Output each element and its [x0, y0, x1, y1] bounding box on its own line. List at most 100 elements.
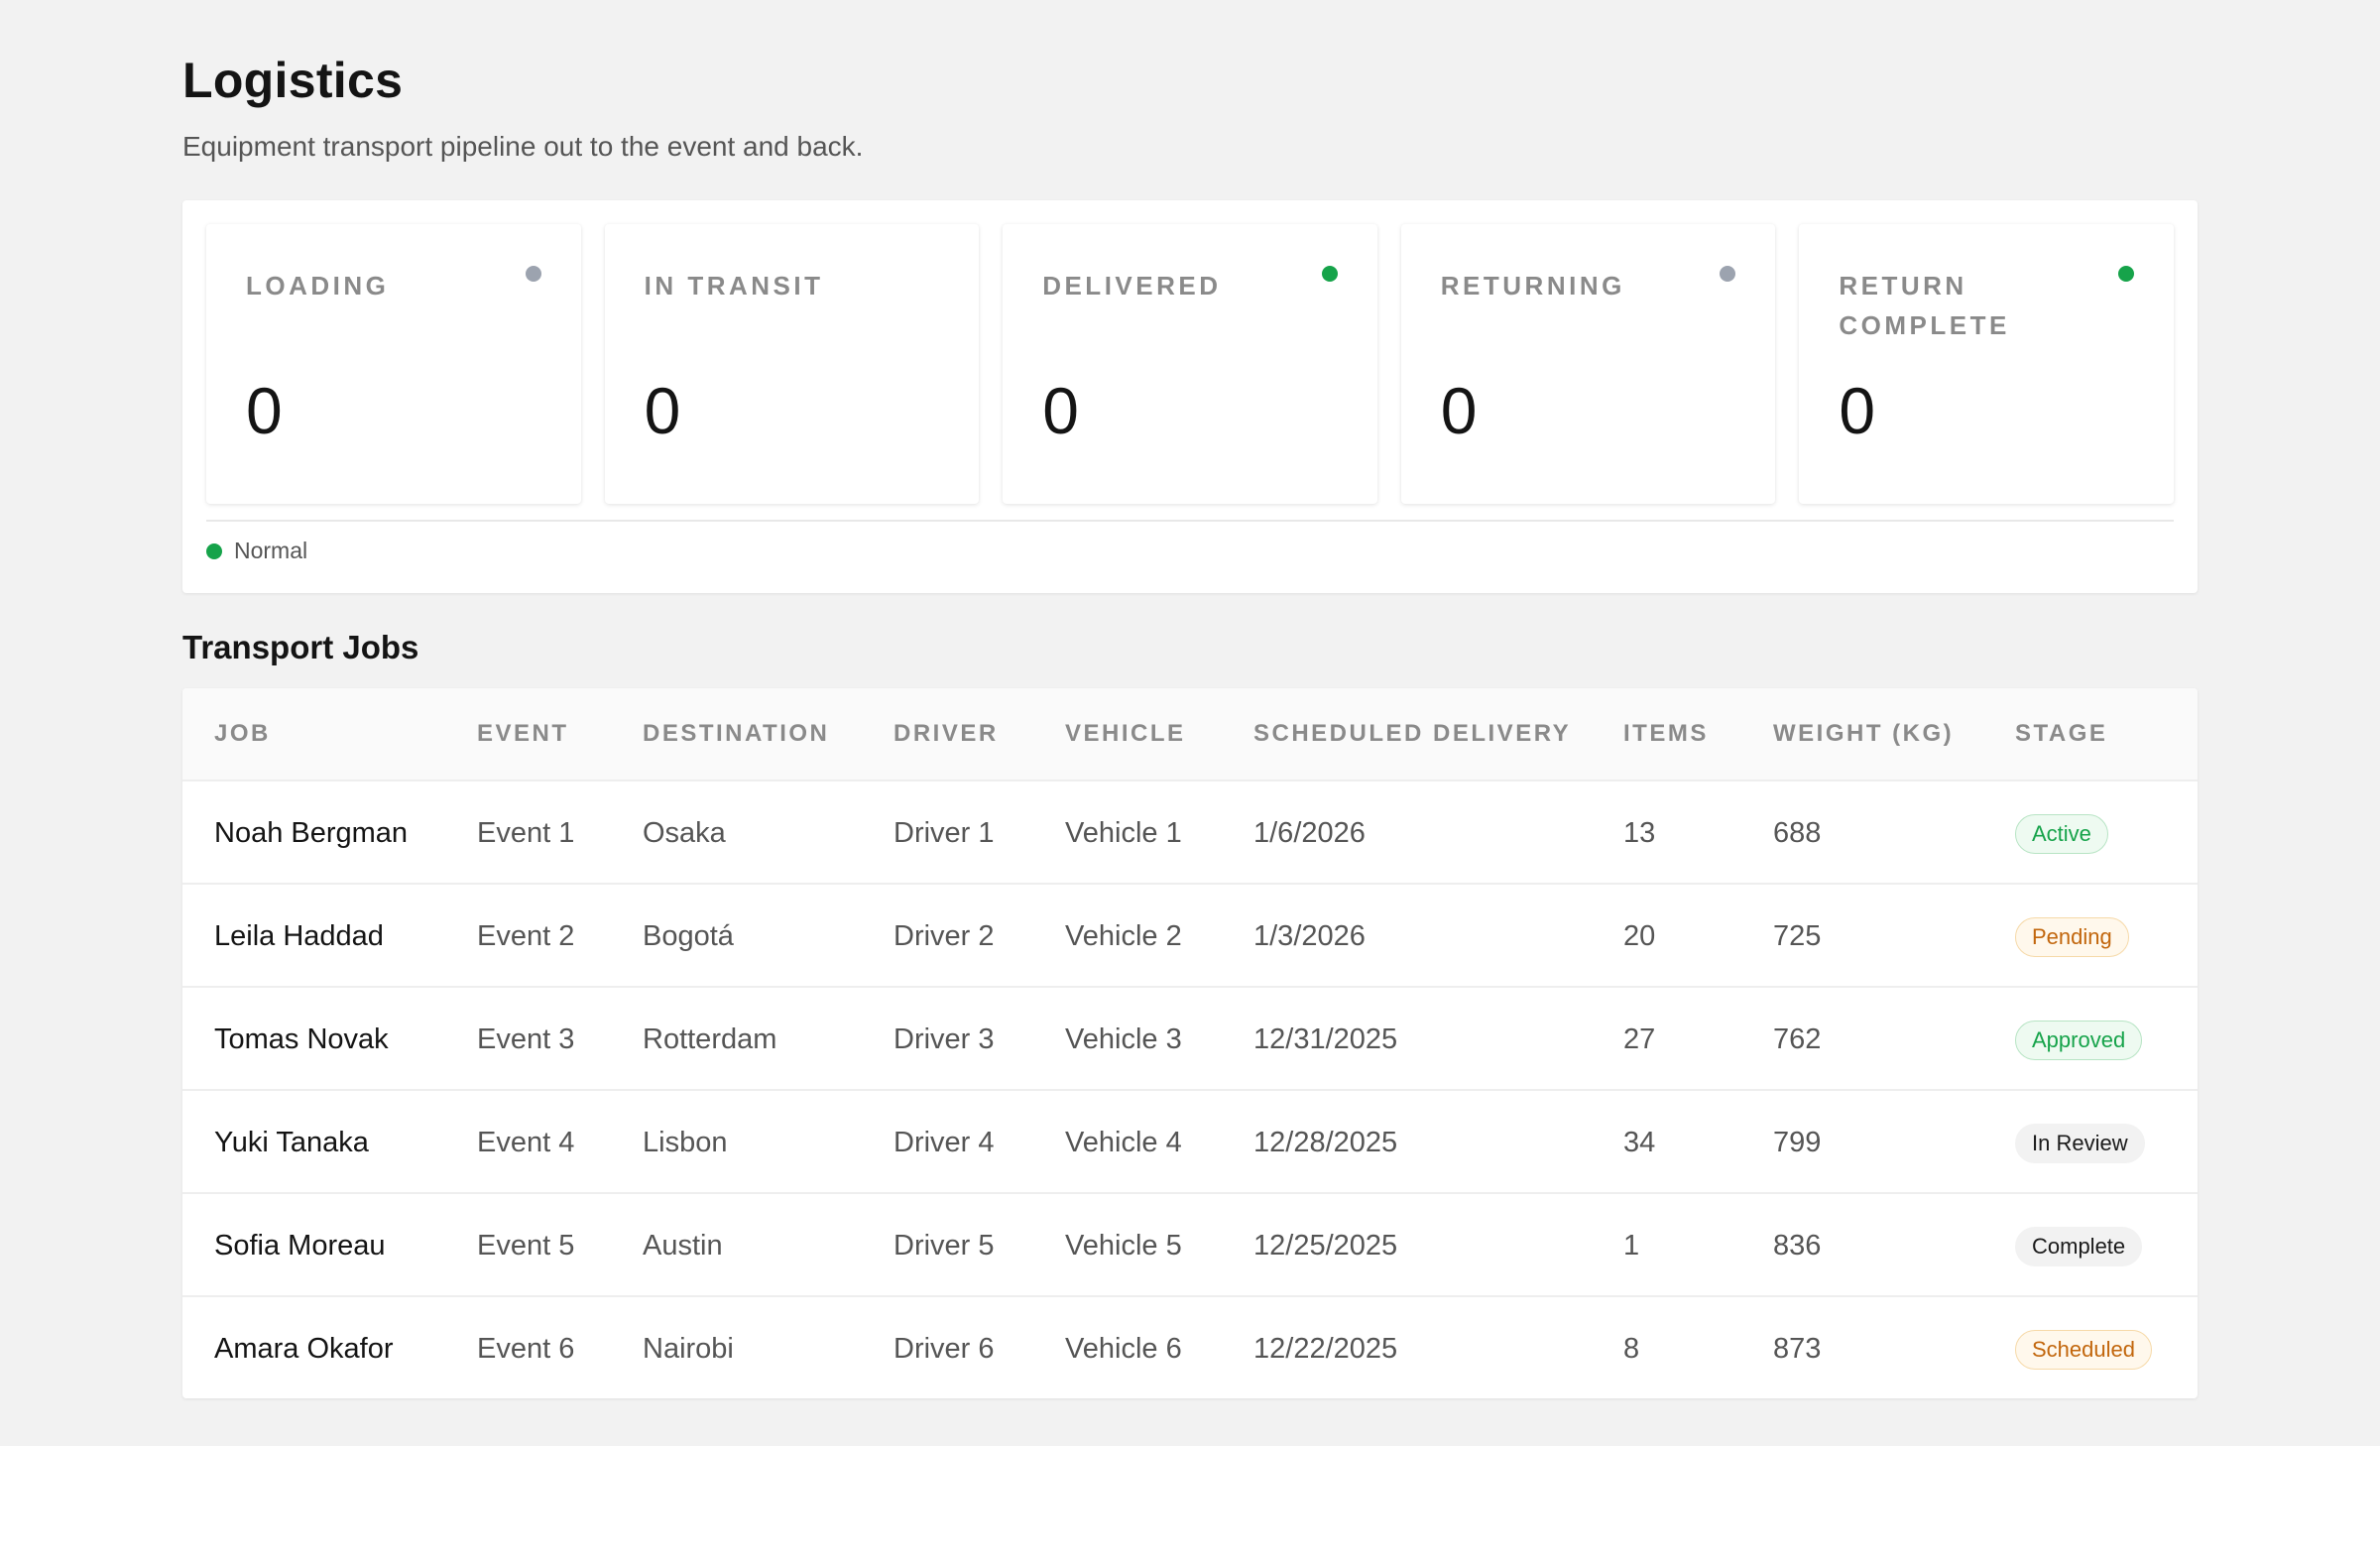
cell-vehicle: Vehicle 6 — [1065, 1333, 1182, 1365]
stage-label: RETURN COMPLETE — [1839, 271, 2010, 340]
stage-label: IN TRANSIT — [644, 271, 824, 301]
stage-badge: Active — [2015, 814, 2108, 854]
legend-label: Normal — [234, 538, 308, 563]
pipeline-summary-card: LOADING 0 IN TRANSIT 0 DELIVERED 0 RETUR… — [182, 200, 2198, 593]
column-header-driver[interactable]: DRIVER — [893, 688, 999, 780]
section-title: Transport Jobs — [182, 629, 419, 665]
cell-destination: Bogotá — [643, 920, 734, 952]
column-header-destination[interactable]: DESTINATION — [643, 688, 829, 780]
cell-scheduled-delivery: 1/3/2026 — [1253, 920, 1366, 952]
page-subtitle: Equipment transport pipeline out to the … — [182, 131, 864, 162]
stage-label: LOADING — [246, 271, 390, 301]
cell-destination: Nairobi — [643, 1333, 734, 1365]
cell-event: Event 6 — [477, 1333, 575, 1365]
cell-scheduled-delivery: 12/25/2025 — [1253, 1230, 1398, 1262]
stage-card-delivered[interactable]: DELIVERED 0 — [1003, 224, 1377, 504]
column-header-weight[interactable]: WEIGHT (KG) — [1773, 688, 1954, 780]
cell-event: Event 5 — [477, 1230, 575, 1262]
stage-card-returning[interactable]: RETURNING 0 — [1400, 224, 1776, 504]
status-legend: Normal — [206, 538, 307, 564]
cell-items: 1 — [1623, 1230, 1640, 1262]
cell-job: Noah Bergman — [214, 817, 409, 849]
stage-label: DELIVERED — [1042, 271, 1222, 301]
stage-count: 0 — [1440, 374, 1478, 447]
stage-card-loading[interactable]: LOADING 0 — [206, 224, 581, 504]
stage-badge: In Review — [2015, 1124, 2145, 1163]
stage-badge: Pending — [2015, 917, 2129, 957]
cell-job: Amara Okafor — [214, 1333, 394, 1365]
cell-destination: Austin — [643, 1230, 723, 1262]
cell-event: Event 3 — [477, 1023, 575, 1055]
cell-job: Leila Haddad — [214, 920, 384, 952]
cell-driver: Driver 2 — [893, 920, 995, 952]
stage-count: 0 — [1839, 374, 1876, 447]
stage-badge: Approved — [2015, 1021, 2143, 1060]
cell-vehicle: Vehicle 3 — [1065, 1023, 1182, 1055]
cell-driver: Driver 4 — [893, 1127, 995, 1158]
cell-items: 20 — [1623, 920, 1656, 952]
cell-items: 27 — [1623, 1023, 1656, 1055]
cell-weight: 799 — [1773, 1127, 1822, 1158]
stage-label: RETURNING — [1440, 271, 1625, 301]
transport-jobs-table: JOB EVENT DESTINATION DRIVER VEHICLE SCH… — [182, 688, 2198, 1398]
cell-scheduled-delivery: 1/6/2026 — [1253, 817, 1366, 849]
cell-vehicle: Vehicle 4 — [1065, 1127, 1182, 1158]
cell-event: Event 1 — [477, 817, 575, 849]
cell-items: 13 — [1623, 817, 1656, 849]
status-dot-icon — [1321, 266, 1338, 282]
table-row[interactable]: Leila Haddad Event 2 Bogotá Driver 2 Veh… — [182, 883, 2198, 986]
cell-job: Yuki Tanaka — [214, 1127, 369, 1158]
cell-destination: Lisbon — [643, 1127, 728, 1158]
column-header-items[interactable]: ITEMS — [1623, 688, 1709, 780]
cell-vehicle: Vehicle 5 — [1065, 1230, 1182, 1262]
cell-vehicle: Vehicle 2 — [1065, 920, 1182, 952]
cell-event: Event 2 — [477, 920, 575, 952]
page-title: Logistics — [182, 53, 404, 108]
stage-badge: Complete — [2015, 1227, 2143, 1266]
cell-job: Tomas Novak — [214, 1023, 389, 1055]
cell-scheduled-delivery: 12/22/2025 — [1253, 1333, 1398, 1365]
cell-scheduled-delivery: 12/31/2025 — [1253, 1023, 1398, 1055]
cell-driver: Driver 1 — [893, 817, 995, 849]
column-header-job[interactable]: JOB — [214, 688, 271, 780]
column-header-vehicle[interactable]: VEHICLE — [1065, 688, 1186, 780]
stage-count: 0 — [644, 374, 681, 447]
legend-dot-icon — [206, 542, 222, 559]
cell-job: Sofia Moreau — [214, 1230, 386, 1262]
stage-badge: Scheduled — [2015, 1330, 2152, 1370]
column-header-stage[interactable]: STAGE — [2015, 688, 2107, 780]
cell-weight: 725 — [1773, 920, 1822, 952]
cell-destination: Osaka — [643, 817, 726, 849]
column-header-scheduled-delivery[interactable]: SCHEDULED DELIVERY — [1253, 688, 1571, 780]
cell-driver: Driver 6 — [893, 1333, 995, 1365]
cell-driver: Driver 3 — [893, 1023, 995, 1055]
table-row[interactable]: Sofia Moreau Event 5 Austin Driver 5 Veh… — [182, 1192, 2198, 1295]
divider — [206, 520, 2174, 522]
cell-destination: Rotterdam — [643, 1023, 777, 1055]
table-row[interactable]: Amara Okafor Event 6 Nairobi Driver 6 Ve… — [182, 1295, 2198, 1398]
table-row[interactable]: Yuki Tanaka Event 4 Lisbon Driver 4 Vehi… — [182, 1089, 2198, 1192]
table-row[interactable]: Noah Bergman Event 1 Osaka Driver 1 Vehi… — [182, 780, 2198, 883]
cell-weight: 688 — [1773, 817, 1822, 849]
stage-count: 0 — [1042, 374, 1079, 447]
status-dot-icon — [2117, 266, 2134, 282]
cell-scheduled-delivery: 12/28/2025 — [1253, 1127, 1398, 1158]
pipeline-stage-row: LOADING 0 IN TRANSIT 0 DELIVERED 0 RETUR… — [206, 224, 2174, 504]
stage-card-in-transit[interactable]: IN TRANSIT 0 — [604, 224, 980, 504]
page-background: Logistics Equipment transport pipeline o… — [0, 0, 2380, 1446]
cell-items: 34 — [1623, 1127, 1656, 1158]
cell-items: 8 — [1623, 1333, 1640, 1365]
table-row[interactable]: Tomas Novak Event 3 Rotterdam Driver 3 V… — [182, 986, 2198, 1089]
stage-count: 0 — [246, 374, 283, 447]
status-dot-icon — [1720, 266, 1736, 282]
stage-card-return-complete[interactable]: RETURN COMPLETE 0 — [1799, 224, 2174, 504]
status-dot-icon — [525, 266, 541, 282]
cell-vehicle: Vehicle 1 — [1065, 817, 1182, 849]
cell-driver: Driver 5 — [893, 1230, 995, 1262]
column-header-event[interactable]: EVENT — [477, 688, 569, 780]
cell-weight: 873 — [1773, 1333, 1822, 1365]
table-header: JOB EVENT DESTINATION DRIVER VEHICLE SCH… — [182, 688, 2198, 780]
cell-event: Event 4 — [477, 1127, 575, 1158]
cell-weight: 836 — [1773, 1230, 1822, 1262]
cell-weight: 762 — [1773, 1023, 1822, 1055]
